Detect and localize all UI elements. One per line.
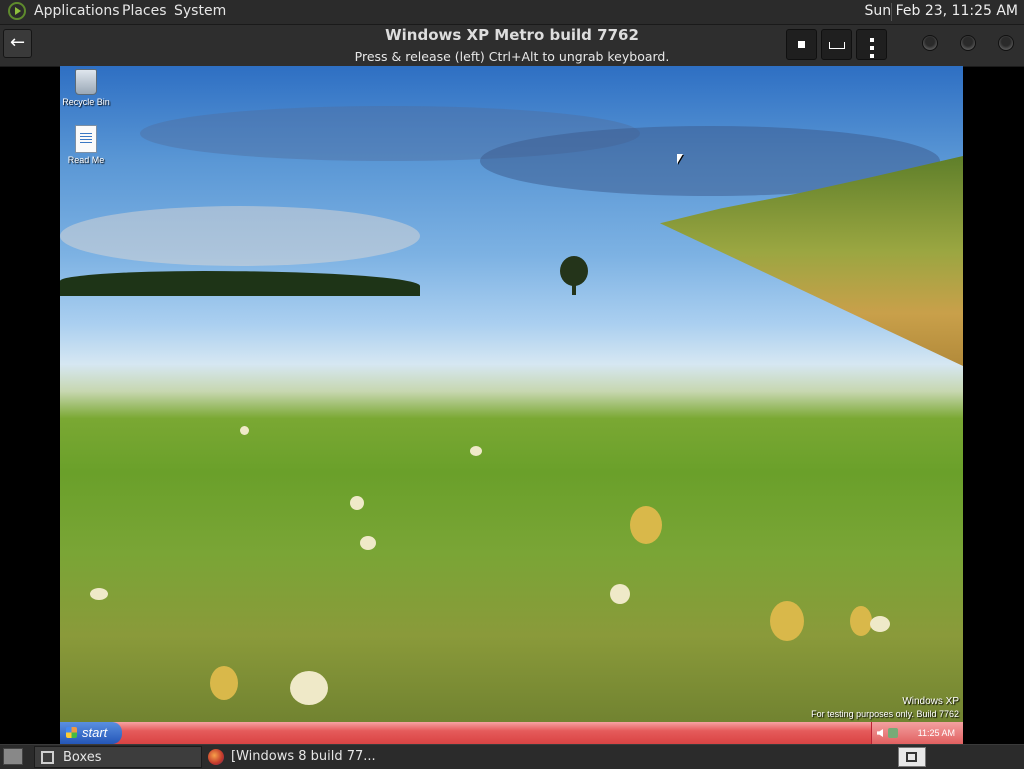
menu-dot-icon xyxy=(869,38,874,42)
wallpaper-flower xyxy=(350,496,364,510)
wallpaper-tree-trunk xyxy=(572,281,576,295)
document-icon xyxy=(75,125,97,153)
wallpaper-flower xyxy=(630,506,662,544)
wallpaper-flower xyxy=(240,426,249,435)
desktop-icon-label: Recycle Bin xyxy=(62,97,110,107)
windows-flag-icon xyxy=(66,727,77,738)
taskbar-item-label: Boxes xyxy=(63,750,102,765)
system-tray[interactable]: 11:25 AM xyxy=(871,722,963,744)
wallpaper-cloud xyxy=(60,206,420,266)
taskbar-item-boxes[interactable]: Boxes xyxy=(34,746,202,768)
boxes-header-bar: ← Windows XP Metro build 7762 Press & re… xyxy=(0,25,1024,67)
wallpaper-treeline xyxy=(60,271,420,296)
desktop-icon-recycle-bin[interactable]: Recycle Bin xyxy=(60,69,112,107)
wallpaper-flower xyxy=(850,606,872,636)
wallpaper-flower xyxy=(360,536,376,550)
top-panel: Applications Places System Sun Feb 23, 1… xyxy=(0,0,1024,25)
wallpaper-flower xyxy=(770,601,804,641)
tray-clock[interactable]: 11:25 AM xyxy=(918,722,955,744)
taskbar-item-vm[interactable]: [Windows 8 build 77... xyxy=(206,746,436,768)
wallpaper-flower xyxy=(870,616,890,632)
vm-app-icon xyxy=(208,749,224,765)
bottom-panel: Boxes [Windows 8 build 77... xyxy=(0,744,1024,769)
close-window-button[interactable] xyxy=(998,35,1014,51)
taskbar-item-label: [Windows 8 build 77... xyxy=(231,749,376,764)
mouse-pointer-icon xyxy=(677,154,683,164)
watermark-build-text: For testing purposes only. Build 7762 xyxy=(811,709,959,719)
places-menu[interactable]: Places xyxy=(122,3,167,19)
system-menu[interactable]: System xyxy=(174,3,226,19)
stop-button[interactable] xyxy=(786,29,817,60)
menu-dot-icon xyxy=(869,46,874,50)
menu-button[interactable] xyxy=(856,29,887,60)
clock[interactable]: Sun Feb 23, 11:25 AM xyxy=(865,3,1019,19)
stop-icon xyxy=(798,41,805,48)
build-watermark: Windows XP For testing purposes only. Bu… xyxy=(811,696,959,720)
start-label: start xyxy=(82,725,108,740)
workspace-switcher[interactable] xyxy=(898,747,926,767)
xp-taskbar[interactable]: start 11:25 AM xyxy=(60,722,963,744)
desktop-icon-read-me[interactable]: Read Me xyxy=(60,125,112,165)
volume-icon[interactable] xyxy=(877,729,883,737)
minimize-window-button[interactable] xyxy=(922,35,938,51)
keyboard-icon xyxy=(828,42,845,49)
watermark-os-name: Windows XP xyxy=(902,696,959,707)
maximize-window-button[interactable] xyxy=(960,35,976,51)
start-button[interactable]: start xyxy=(60,722,122,744)
gnome-foot-icon[interactable] xyxy=(8,2,26,20)
boxes-app-icon xyxy=(41,751,54,764)
show-desktop-icon[interactable] xyxy=(3,748,23,765)
keyboard-button[interactable] xyxy=(821,29,852,60)
wallpaper-flower xyxy=(610,584,630,604)
network-icon[interactable] xyxy=(888,728,898,738)
desktop-icon-label: Read Me xyxy=(67,155,105,165)
workspace-icon xyxy=(906,752,917,762)
wallpaper-flower xyxy=(210,666,238,700)
applications-menu[interactable]: Applications xyxy=(34,3,120,19)
recycle-bin-icon xyxy=(75,69,97,95)
wallpaper-flower xyxy=(470,446,482,456)
vm-display[interactable]: Recycle Bin Read Me Windows XP For testi… xyxy=(60,66,963,744)
menu-dot-icon xyxy=(869,54,874,58)
wallpaper-flower xyxy=(290,671,328,705)
wallpaper-flower xyxy=(90,588,108,600)
